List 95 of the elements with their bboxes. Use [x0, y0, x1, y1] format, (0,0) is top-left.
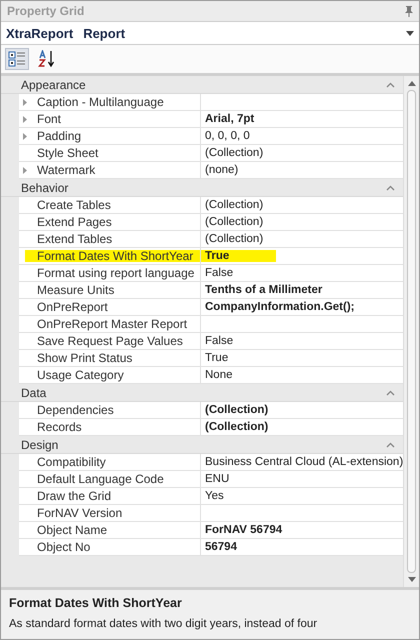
description-title: Format Dates With ShortYear — [9, 596, 183, 610]
property-row[interactable]: OnPreReport CompanyInformation.Get(); — [19, 299, 404, 316]
property-value[interactable]: Arial, 7pt — [205, 113, 254, 125]
property-value[interactable]: (Collection) — [205, 199, 264, 211]
property-value[interactable]: CompanyInformation.Get(); — [205, 301, 354, 313]
expand-arrow-icon[interactable] — [23, 166, 27, 174]
property-row[interactable]: Extend Pages (Collection) — [19, 214, 404, 231]
property-name: Measure Units — [37, 283, 114, 297]
property-value[interactable]: (Collection) — [205, 233, 264, 245]
property-value[interactable]: 0, 0, 0, 0 — [205, 130, 250, 142]
pin-icon[interactable] — [405, 6, 413, 16]
object-name: XtraReport — [6, 26, 74, 40]
property-name: Object Name — [37, 523, 108, 537]
property-row[interactable]: Records (Collection) — [19, 419, 404, 436]
property-row[interactable]: Measure Units Tenths of a Millimeter — [19, 282, 404, 299]
description-text: As standard format dates with two digit years, instead of four — [9, 618, 318, 630]
property-row[interactable]: ForNAV Version — [19, 505, 404, 522]
scroll-thumb[interactable] — [407, 90, 416, 573]
property-value[interactable]: True — [205, 352, 228, 364]
property-name: Extend Tables — [37, 232, 112, 246]
property-value[interactable]: (Collection) — [205, 147, 264, 159]
property-value[interactable]: Business Central Cloud (AL-extension) — [205, 456, 404, 468]
property-row[interactable]: Watermark (none) — [19, 162, 404, 179]
property-name: Caption - Multilanguage — [37, 95, 164, 109]
property-value[interactable]: Tenths of a Millimeter — [205, 284, 322, 296]
property-row[interactable]: Object Name ForNAV 56794 — [19, 522, 404, 539]
sort-az-icon — [38, 50, 56, 68]
property-row[interactable]: Show Print Status True — [19, 350, 404, 367]
property-name: Object No — [37, 540, 90, 554]
property-name: Create Tables — [37, 198, 111, 212]
property-name: Font — [37, 112, 62, 126]
panel-title: Property Grid — [7, 4, 84, 18]
collapse-chevron-icon[interactable] — [386, 390, 396, 396]
property-name: Save Request Page Values — [37, 334, 183, 348]
expand-arrow-icon[interactable] — [23, 98, 27, 106]
property-row[interactable]: Dependencies (Collection) — [19, 402, 404, 419]
property-row[interactable]: Caption - Multilanguage — [19, 94, 404, 111]
property-row[interactable]: Usage Category None — [19, 367, 404, 384]
property-name: Style Sheet — [37, 146, 98, 160]
property-row[interactable]: Create Tables (Collection) — [19, 197, 404, 214]
property-value[interactable]: (none) — [205, 164, 238, 176]
property-row[interactable]: Format using report language False — [19, 265, 404, 282]
property-row[interactable]: Default Language Code ENU — [19, 471, 404, 488]
property-name: OnPreReport Master Report — [37, 317, 188, 331]
expand-arrow-icon[interactable] — [23, 116, 27, 122]
scrollbar[interactable] — [403, 76, 419, 587]
property-name: Records — [37, 420, 82, 434]
property-name: Format Dates With ShortYear — [37, 249, 194, 263]
property-row[interactable]: Font Arial, 7pt — [19, 111, 404, 128]
property-value[interactable]: 56794 — [205, 541, 237, 553]
property-name: OnPreReport — [37, 300, 108, 314]
scroll-up-icon[interactable] — [408, 81, 416, 86]
property-row[interactable]: Padding 0, 0, 0, 0 — [19, 128, 404, 145]
collapse-chevron-icon[interactable] — [386, 82, 396, 88]
property-value[interactable]: (Collection) — [205, 421, 268, 433]
category-name: Appearance — [21, 78, 86, 92]
scroll-down-icon[interactable] — [408, 577, 416, 582]
property-row[interactable]: OnPreReport Master Report — [19, 316, 404, 333]
property-name: Extend Pages — [37, 215, 112, 229]
property-value[interactable]: ForNAV 56794 — [205, 524, 282, 536]
property-name: Dependencies — [37, 403, 114, 417]
property-name: Default Language Code — [37, 472, 164, 486]
property-row[interactable]: Save Request Page Values False — [19, 333, 404, 350]
property-value[interactable]: (Collection) — [205, 216, 264, 228]
property-value[interactable]: False — [205, 335, 234, 347]
property-name: ForNAV Version — [37, 506, 122, 520]
dropdown-caret-icon — [406, 30, 414, 36]
categorized-button[interactable] — [5, 48, 29, 70]
category-name: Data — [21, 386, 46, 400]
property-value[interactable]: ENU — [205, 473, 230, 485]
category-name: Behavior — [21, 180, 68, 194]
property-name: Format using report language — [37, 266, 194, 280]
property-row[interactable]: Style Sheet (Collection) — [19, 145, 404, 162]
property-name: Draw the Grid — [37, 489, 112, 503]
property-row[interactable]: Object No 56794 — [19, 539, 404, 556]
collapse-chevron-icon[interactable] — [386, 442, 396, 448]
property-row[interactable]: Draw the Grid Yes — [19, 488, 404, 505]
property-value[interactable]: False — [205, 267, 234, 279]
property-row[interactable]: Compatibility Business Central Cloud (AL-extension) — [19, 454, 404, 471]
property-name: Padding — [37, 129, 82, 143]
property-value[interactable]: Yes — [205, 490, 224, 502]
property-name: Usage Category — [37, 368, 124, 382]
property-name: Watermark — [37, 163, 96, 177]
object-type: Report — [83, 26, 126, 40]
property-value[interactable]: True — [205, 250, 230, 262]
category-name: Design — [21, 438, 58, 452]
collapse-chevron-icon[interactable] — [386, 184, 396, 190]
property-row[interactable]: Extend Tables (Collection) — [19, 231, 404, 248]
categorized-view-icon — [8, 51, 26, 67]
expand-arrow-icon[interactable] — [23, 132, 27, 140]
property-row[interactable]: Format Dates With ShortYear True — [19, 248, 404, 265]
property-value[interactable]: (Collection) — [205, 404, 268, 416]
property-name: Show Print Status — [37, 351, 132, 365]
property-name: Compatibility — [37, 455, 106, 469]
property-value[interactable]: None — [205, 369, 232, 381]
